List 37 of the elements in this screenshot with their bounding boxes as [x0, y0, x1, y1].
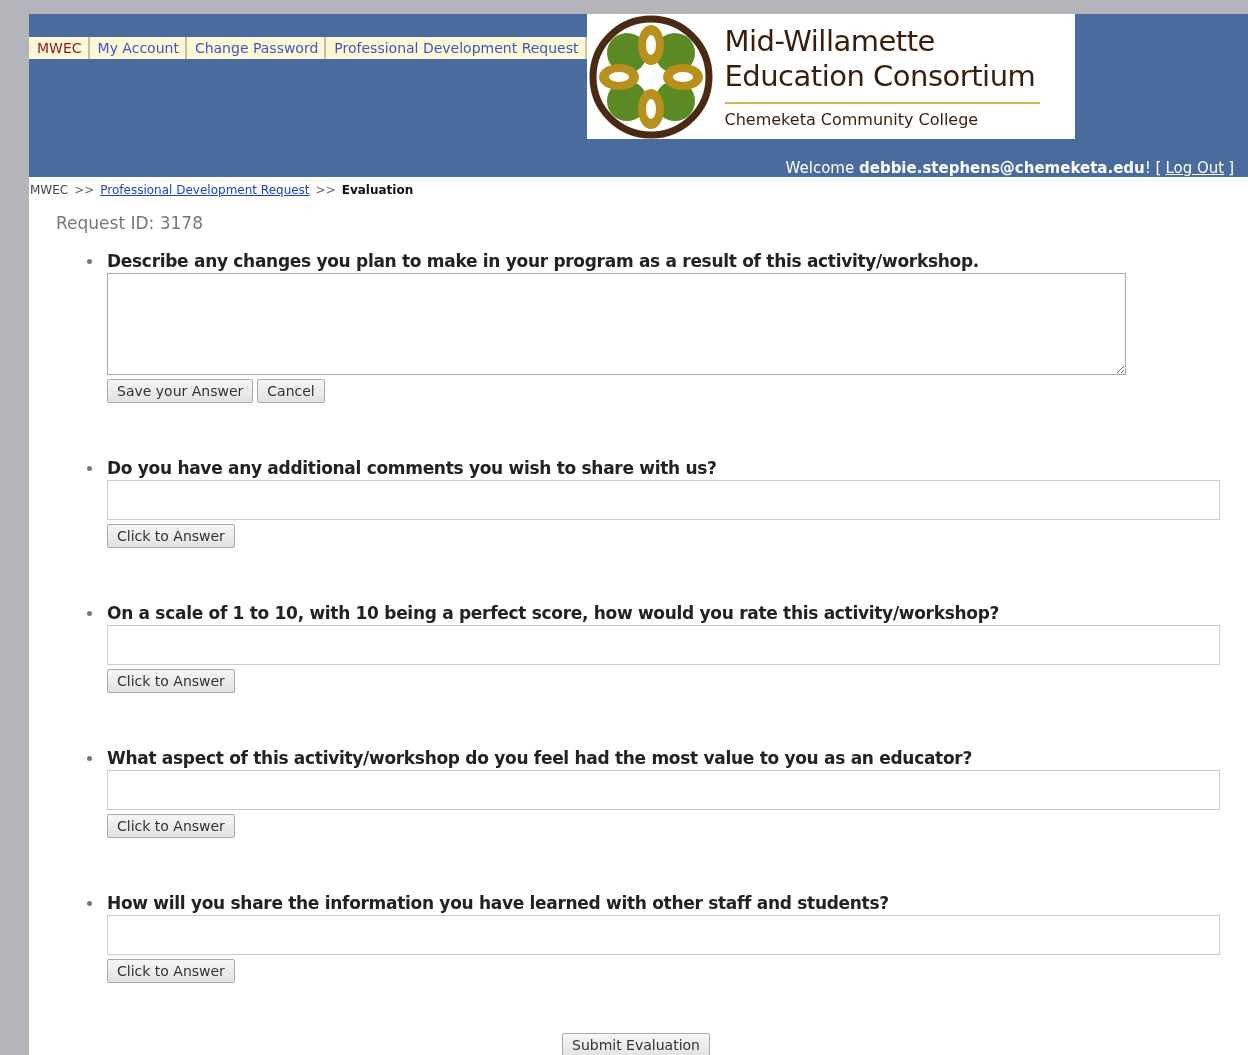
save-button[interactable]: Save your Answer	[107, 379, 254, 403]
answer-field[interactable]	[107, 915, 1220, 955]
breadcrumb-root: MWEC	[30, 183, 69, 197]
breadcrumb-current: Evaluation	[341, 183, 414, 197]
bullet-icon	[87, 611, 92, 616]
answer-field[interactable]	[107, 480, 1220, 520]
welcome-text: Welcome debbie.stephens@chemeketa.edu! [	[785, 159, 1162, 177]
bullet-icon	[87, 259, 92, 264]
bullet-icon	[87, 756, 92, 761]
breadcrumb-link[interactable]: Professional Development Request	[100, 183, 310, 197]
bracket-text: ]	[1228, 159, 1234, 177]
breadcrumb-separator: >>	[74, 183, 95, 197]
logo-title: Mid-Willamette	[724, 24, 936, 59]
answer-button[interactable]: Click to Answer	[107, 959, 235, 983]
request-id: Request ID: 3178	[56, 213, 204, 233]
answer-button[interactable]: Click to Answer	[107, 669, 235, 693]
bullet-icon	[87, 901, 92, 906]
bullet-icon	[87, 466, 92, 471]
nav-link[interactable]: Change Password	[186, 37, 327, 59]
logo-subtitle: Chemeketa Community College	[724, 110, 980, 129]
cancel-button[interactable]: Cancel	[257, 379, 325, 403]
answer-button[interactable]: Click to Answer	[107, 814, 235, 838]
question-text: Do you have any additional comments you wish to share with us?	[107, 458, 718, 478]
question-text: What aspect of this activity/workshop do you feel had the most value to you as an educator?	[107, 748, 973, 768]
logo-title: Education Consortium	[724, 59, 1037, 94]
question-text: Describe any changes you plan to make in your program as a result of this activity/workshop.	[107, 251, 980, 271]
answer-field[interactable]	[107, 625, 1220, 665]
answer-button[interactable]: Click to Answer	[107, 524, 235, 548]
nav-link[interactable]: My Account	[89, 37, 187, 59]
breadcrumb-separator: >>	[315, 183, 336, 197]
submit-button[interactable]: Submit Evaluation	[562, 1033, 710, 1055]
nav-link[interactable]: MWEC	[29, 37, 90, 59]
logout-link[interactable]: Log Out	[1165, 159, 1225, 177]
question-text: On a scale of 1 to 10, with 10 being a perfect score, how would you rate this activity/workshop?	[107, 603, 1001, 623]
question-text: How will you share the information you have learned with other staff and students?	[107, 893, 890, 913]
answer-box[interactable]	[107, 273, 1126, 375]
answer-field[interactable]	[107, 770, 1220, 810]
